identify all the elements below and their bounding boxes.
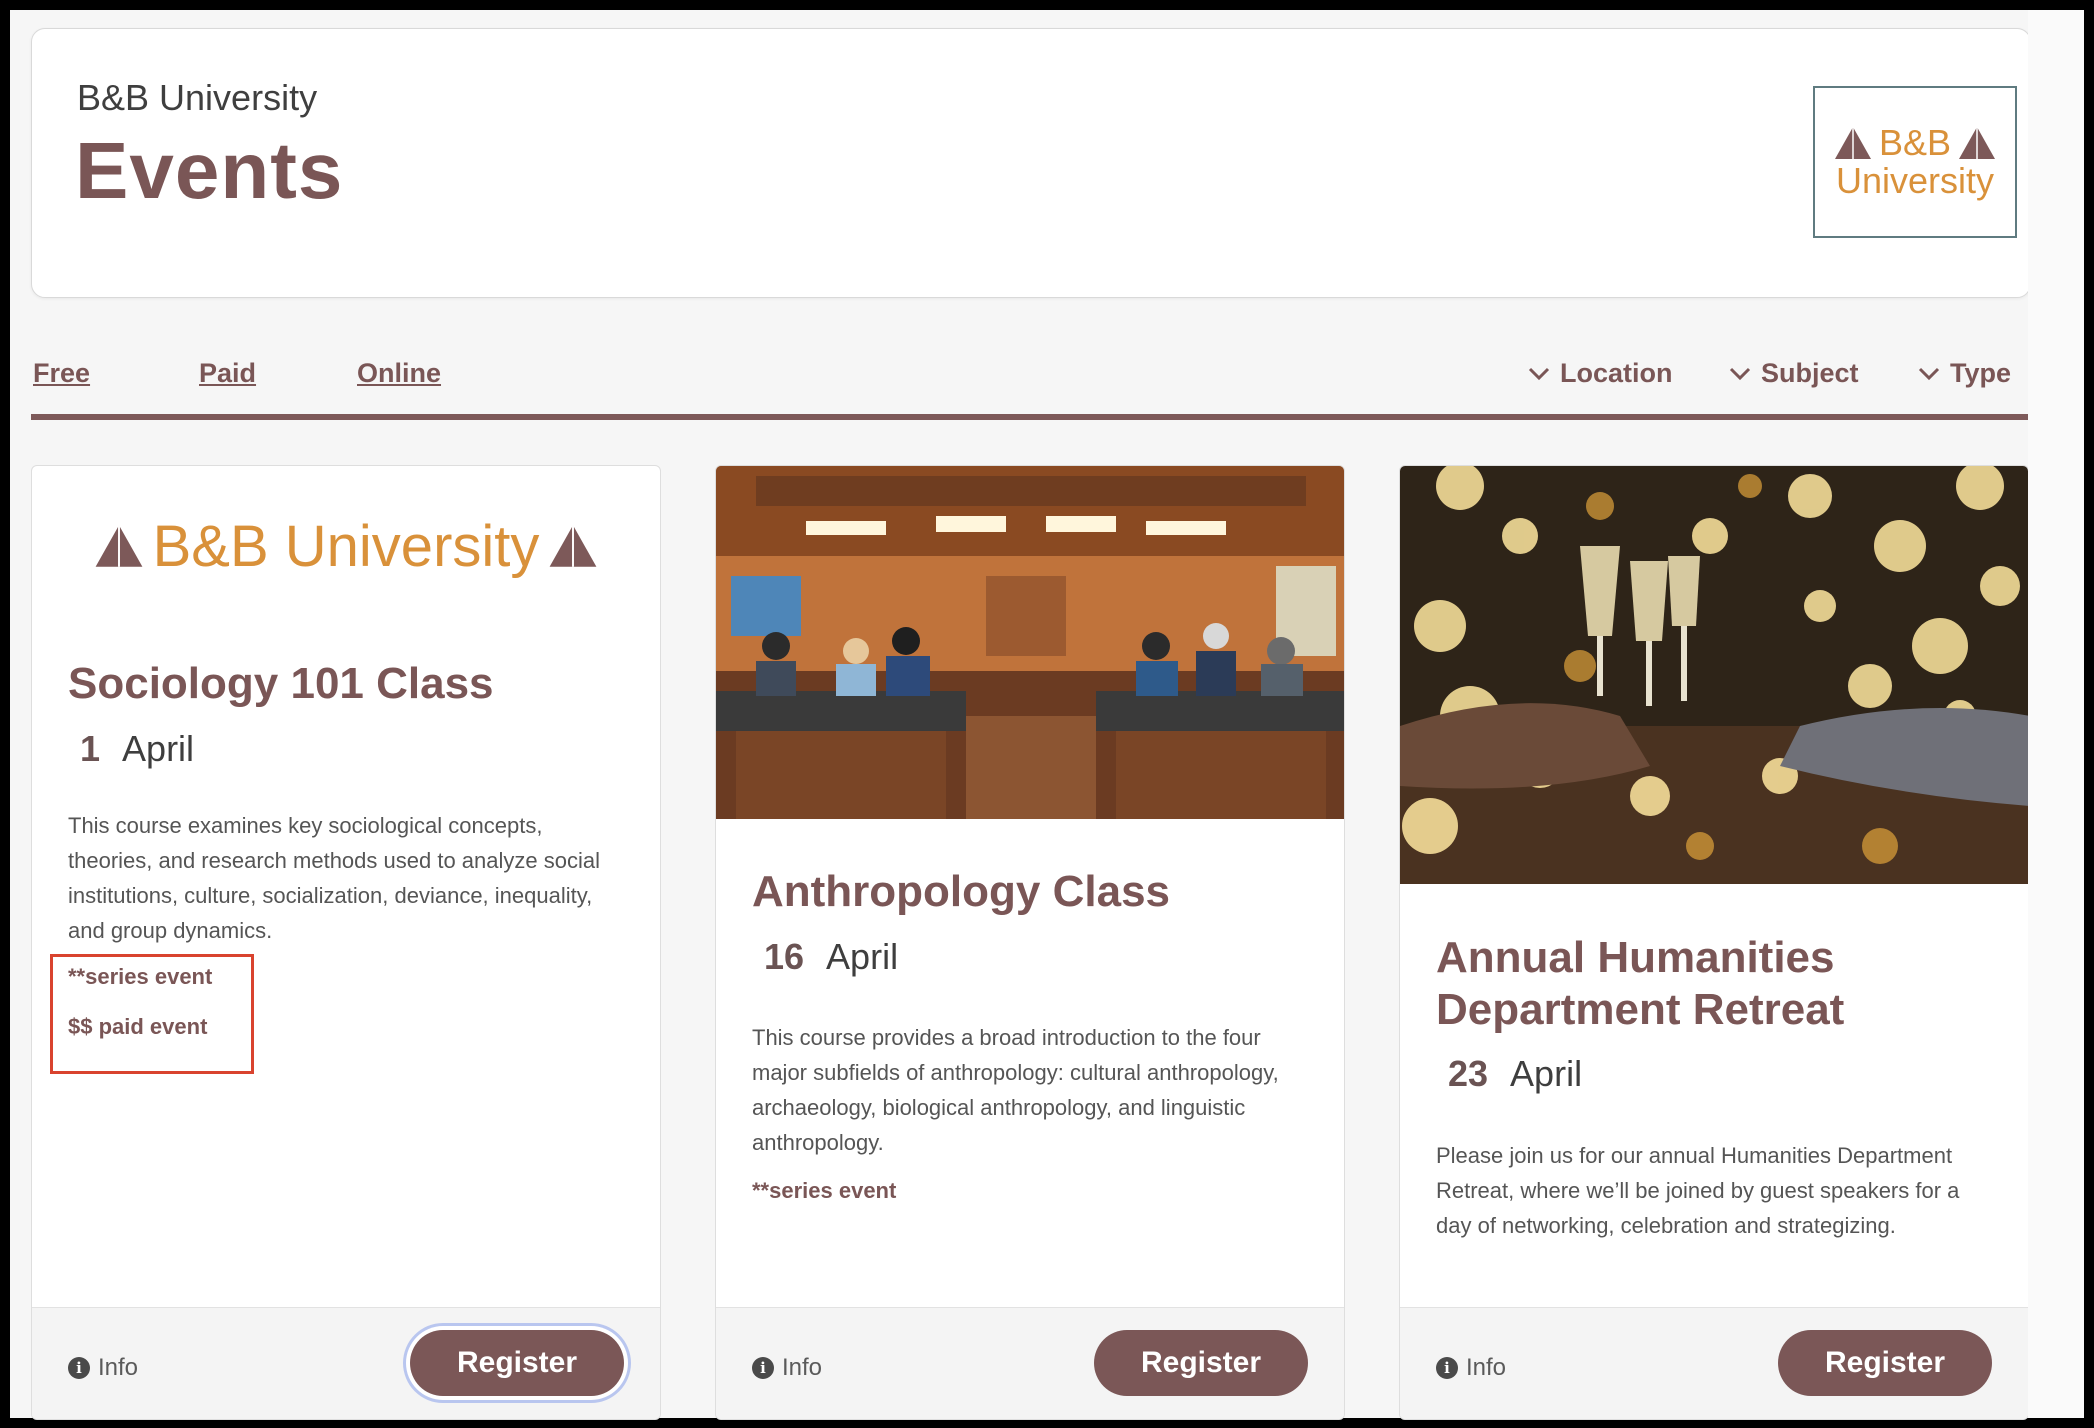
info-link[interactable]: i Info — [1436, 1354, 1506, 1382]
triangle-logo-icon — [95, 525, 143, 567]
event-description: This course provides a broad introductio… — [752, 1025, 1279, 1155]
series-event-tag: **series event — [752, 1178, 897, 1203]
register-button[interactable]: Register — [1094, 1330, 1308, 1396]
filter-bar: Free Paid Online Location Subject Type — [31, 350, 2031, 420]
event-card: Annual Humanities Department Retreat 23 … — [1399, 465, 2029, 1420]
filter-paid-link[interactable]: Paid — [199, 358, 256, 389]
event-date-day: 1 — [80, 728, 101, 769]
logo-text-line2: University — [1835, 160, 1995, 201]
event-date: 23 April — [1448, 1053, 1582, 1095]
scrollbar[interactable] — [2028, 10, 2084, 1418]
event-description: This course examines key sociological co… — [68, 813, 600, 943]
event-title[interactable]: Sociology 101 Class — [68, 658, 494, 710]
event-date-month: April — [1510, 1053, 1583, 1094]
chevron-down-icon — [1918, 367, 1940, 380]
info-icon: i — [68, 1357, 90, 1379]
card-footer: i Info Register — [716, 1307, 1344, 1419]
event-date-day: 16 — [764, 936, 805, 977]
type-dropdown-label: Type — [1950, 358, 2012, 388]
info-icon: i — [1436, 1357, 1458, 1379]
event-description: Please join us for our annual Humanities… — [1436, 1143, 1960, 1238]
event-card: Anthropology Class 16 April This course … — [715, 465, 1345, 1420]
filter-free-link[interactable]: Free — [33, 358, 90, 389]
university-logo: B&B University — [1813, 86, 2017, 238]
annotation-highlight-box — [50, 954, 254, 1074]
event-card: B&B University Sociology 101 Class 1 Apr… — [31, 465, 661, 1420]
event-date: 1 April — [80, 728, 194, 770]
event-date-month: April — [826, 936, 899, 977]
info-label: Info — [98, 1354, 139, 1381]
subject-dropdown[interactable]: Subject — [1729, 358, 1859, 389]
event-date: 16 April — [764, 936, 898, 978]
info-label: Info — [782, 1354, 823, 1381]
info-link[interactable]: i Info — [68, 1354, 138, 1382]
university-name: B&B University — [77, 77, 318, 118]
event-date-day: 23 — [1448, 1053, 1489, 1094]
event-date-month: April — [122, 728, 195, 769]
triangle-logo-icon — [1959, 127, 1996, 159]
card-logo-banner: B&B University — [32, 466, 660, 626]
chevron-down-icon — [1528, 367, 1550, 380]
card-footer: i Info Register — [1400, 1307, 2028, 1419]
event-title[interactable]: Annual Humanities Department Retreat — [1436, 932, 1996, 1036]
page-header: B&B University Events B&B University — [31, 28, 2031, 298]
browser-viewport: B&B University Events B&B University Fre… — [10, 10, 2084, 1420]
info-icon: i — [752, 1357, 774, 1379]
triangle-logo-icon — [1834, 127, 1871, 159]
info-label: Info — [1466, 1354, 1507, 1381]
register-button[interactable]: Register — [1778, 1330, 1992, 1396]
triangle-logo-icon — [549, 525, 597, 567]
celebration-photo — [1400, 466, 2028, 884]
type-dropdown[interactable]: Type — [1918, 358, 2011, 389]
subject-dropdown-label: Subject — [1761, 358, 1859, 388]
info-link[interactable]: i Info — [752, 1354, 822, 1382]
location-dropdown[interactable]: Location — [1528, 358, 1673, 389]
logo-text-line1: B&B — [1878, 122, 1952, 163]
register-button[interactable]: Register — [410, 1330, 624, 1396]
classroom-photo — [716, 466, 1344, 819]
chevron-down-icon — [1729, 367, 1751, 380]
card-footer: i Info Register — [32, 1307, 660, 1419]
filter-online-link[interactable]: Online — [357, 358, 441, 389]
page-title: Events — [75, 126, 344, 215]
location-dropdown-label: Location — [1560, 358, 1673, 388]
event-title[interactable]: Anthropology Class — [752, 866, 1170, 918]
banner-logo-text: B&B University — [152, 513, 540, 579]
